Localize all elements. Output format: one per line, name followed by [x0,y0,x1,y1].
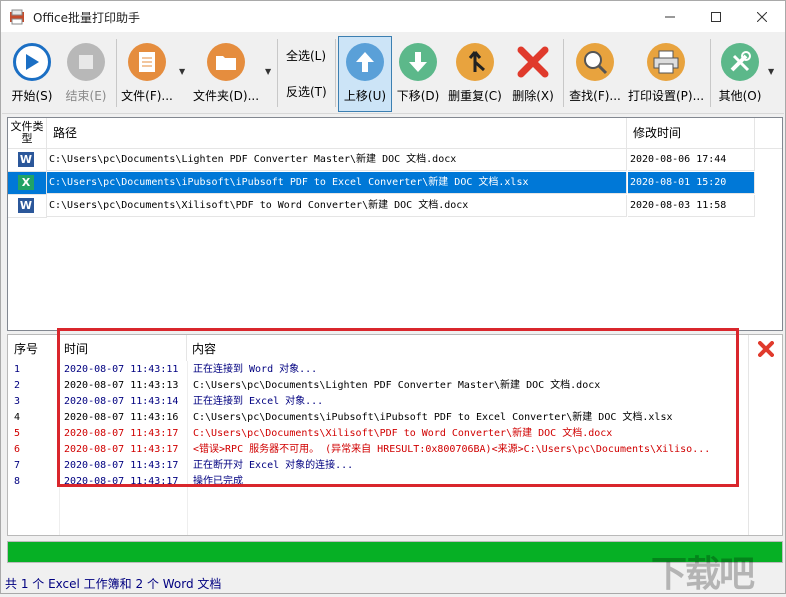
file-path: C:\Users\pc\Documents\Xilisoft\PDF to Wo… [47,195,627,217]
invert-selection-button[interactable]: 反选(T) [286,83,327,100]
toolbar: 开始(S) 结束(E) 文件(F)... ▼ 文件夹(D)... ▼ 全选(L)… [2,33,784,114]
file-path: C:\Users\pc\Documents\iPubsoft\iPubsoft … [47,172,627,194]
maximize-button[interactable] [693,1,739,32]
chevron-down-icon[interactable]: ▼ [179,67,185,76]
move-down-button[interactable]: 下移(D) [392,37,444,111]
stop-button[interactable]: 结束(E) [60,37,112,111]
log-row: 3 2020-08-07 11:43:14 正在连接到 Excel 对象... [14,396,324,407]
arrow-down-icon [399,43,437,81]
start-button[interactable]: 开始(S) [6,37,58,111]
log-row: 1 2020-08-07 11:43:11 正在连接到 Word 对象... [14,364,318,375]
stop-icon [67,43,105,81]
column-header-mtime[interactable]: 修改时间 [628,118,755,148]
magnifier-icon [576,43,614,81]
add-folder-button[interactable]: 文件夹(D)... [190,37,262,111]
word-file-icon: W [18,152,34,167]
file-list-header: 文件类型 路径 修改时间 [8,118,782,151]
toolbar-separator [335,39,336,107]
toolbar-separator [563,39,564,107]
file-list[interactable]: 文件类型 路径 修改时间 W C:\Users\pc\Documents\Lig… [7,117,783,331]
clear-log-icon[interactable] [758,341,774,357]
window-title: Office批量打印助手 [33,11,141,25]
column-divider [748,335,749,535]
log-row: 8 2020-08-07 11:43:17 操作已完成 [14,476,243,487]
delete-x-icon [514,43,552,81]
play-icon [13,43,51,81]
chevron-down-icon[interactable]: ▼ [768,67,774,76]
file-mtime: 2020-08-06 17:44 [628,149,755,171]
file-icon [128,43,166,81]
move-up-button[interactable]: 上移(U) [338,36,392,112]
add-file-button[interactable]: 文件(F)... [118,37,176,111]
app-icon [9,9,25,25]
title-bar: Office批量打印助手 [1,1,785,32]
arrow-up-icon [346,43,384,81]
printer-icon [647,43,685,81]
file-path: C:\Users\pc\Documents\Lighten PDF Conver… [47,149,627,171]
excel-file-icon: X [18,175,34,190]
file-row[interactable]: W C:\Users\pc\Documents\Xilisoft\PDF to … [8,195,756,218]
log-row: 7 2020-08-07 11:43:17 正在断开对 Excel 对象的连接.… [14,460,354,471]
toolbar-separator [710,39,711,107]
other-button[interactable]: 其他(O) [714,37,766,111]
column-header-time[interactable]: 时间 [60,335,187,361]
minimize-button[interactable] [647,1,693,32]
folder-icon [207,43,245,81]
find-button[interactable]: 查找(F)... [566,37,624,111]
log-list[interactable]: 序号 时间 内容 1 2020-08-07 11:43:11 正在连接到 Wor… [7,334,783,536]
chevron-down-icon[interactable]: ▼ [265,67,271,76]
delete-button[interactable]: 删除(X) [506,37,560,111]
file-row-selected[interactable]: X C:\Users\pc\Documents\iPubsoft\iPubsof… [8,172,756,195]
status-text: 共 1 个 Excel 工作簿和 2 个 Word 文档 [5,577,222,591]
toolbar-separator [116,39,117,107]
log-row: 4 2020-08-07 11:43:16 C:\Users\pc\Docume… [14,412,673,423]
file-mtime: 2020-08-01 15:20 [628,172,755,194]
log-row: 2 2020-08-07 11:43:13 C:\Users\pc\Docume… [14,380,601,391]
file-row[interactable]: W C:\Users\pc\Documents\Lighten PDF Conv… [8,149,756,172]
tools-icon [721,43,759,81]
column-header-no[interactable]: 序号 [8,335,59,361]
app-window: Office批量打印助手 开始(S) 结束(E) 文件(F)... ▼ 文件夹(… [0,0,786,595]
remove-duplicates-button[interactable]: 删重复(C) [446,37,504,111]
column-header-content[interactable]: 内容 [188,335,748,361]
column-header-path[interactable]: 路径 [47,118,627,148]
merge-arrow-icon [456,43,494,81]
watermark-logo: 下载吧 [651,554,755,595]
column-header-type[interactable]: 文件类型 [8,118,47,151]
select-all-button[interactable]: 全选(L) [286,47,326,64]
word-file-icon: W [18,198,34,213]
log-row-error: 6 2020-08-07 11:43:17 <错误>RPC 服务器不可用。 (异… [14,444,711,455]
print-settings-button[interactable]: 打印设置(P)... [626,37,706,111]
close-button[interactable] [739,1,785,32]
toolbar-separator [277,39,278,107]
log-row-error: 5 2020-08-07 11:43:17 C:\Users\pc\Docume… [14,428,613,439]
file-mtime: 2020-08-03 11:58 [628,195,755,217]
